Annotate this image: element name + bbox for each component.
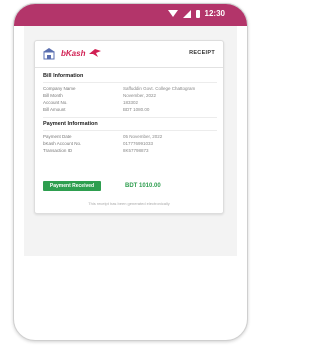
row-label: Payment Date xyxy=(43,134,72,139)
payment-row: Payment Date 05 November, 2022 xyxy=(43,134,217,141)
status-time: 12:30 xyxy=(204,9,225,18)
payment-received-badge: Payment Received xyxy=(43,181,101,191)
bkash-bird-icon xyxy=(89,49,102,57)
bill-information-title: Bill Information xyxy=(43,73,84,79)
row-value: November, 2022 xyxy=(123,93,157,98)
row-label: Bill Amount xyxy=(43,107,66,112)
footer-note: This receipt has been generated electron… xyxy=(88,201,170,206)
row-label: bKash Account No. xyxy=(43,141,82,146)
row-label: Company Name xyxy=(43,86,76,91)
bill-row: Account No. 183302 xyxy=(43,100,217,107)
receipt-header: bKash RECEIPT xyxy=(35,41,223,68)
row-value: 05 November, 2022 xyxy=(123,134,163,139)
status-icons: 12:30 xyxy=(167,9,225,18)
status-bar: 12:30 xyxy=(14,4,247,26)
row-label: Bill Month xyxy=(43,93,63,98)
receipt-card: bKash RECEIPT Bill Information Company N… xyxy=(34,40,224,214)
payment-row: Transaction ID 8K57798873 xyxy=(43,148,217,155)
bill-row: Bill Month November, 2022 xyxy=(43,93,217,100)
row-label: Account No. xyxy=(43,100,68,105)
signal-icon xyxy=(182,9,191,18)
row-label: Transaction ID xyxy=(43,148,73,153)
bill-row: Company Name Saffuddin Govt. College Cha… xyxy=(43,86,217,93)
payment-information-title: Payment Information xyxy=(43,121,98,127)
bkash-brand-text: bKash xyxy=(61,48,86,58)
bill-row: Bill Amount BDT 1080.00 xyxy=(43,107,217,114)
row-value: BDT 1080.00 xyxy=(123,107,150,112)
wifi-icon xyxy=(167,10,178,17)
payment-row: bKash Account No. 017776991033 xyxy=(43,141,217,148)
row-value: 8K57798873 xyxy=(123,148,149,153)
divider xyxy=(43,117,217,118)
battery-icon xyxy=(195,9,200,18)
app-screen: bKash RECEIPT Bill Information Company N… xyxy=(24,26,237,256)
phone-frame: 12:30 bKash RECEIPT Bill Information Com… xyxy=(13,3,248,341)
row-value: Saffuddin Govt. College Chattogram xyxy=(123,86,196,91)
divider xyxy=(43,130,217,131)
school-logo-icon xyxy=(43,48,55,60)
row-value: 183302 xyxy=(123,100,139,105)
bkash-logo: bKash xyxy=(61,48,102,58)
receipt-title: RECEIPT xyxy=(189,50,215,56)
divider xyxy=(43,82,217,83)
row-value: 017776991033 xyxy=(123,141,154,146)
paid-amount: BDT 1010.00 xyxy=(125,183,161,189)
